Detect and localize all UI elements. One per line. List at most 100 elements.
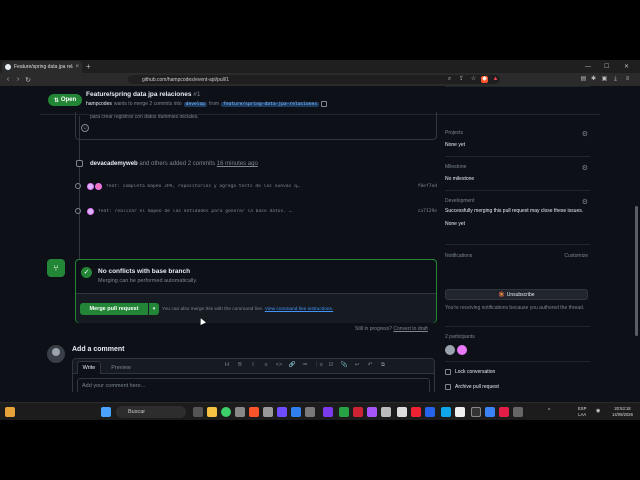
extensions-icon[interactable]: ✱ [590, 76, 597, 83]
commit-row[interactable]: feat: realizar el mapeo de las entidades… [75, 206, 437, 216]
merge-pull-request-button[interactable]: Merge pull request [80, 303, 148, 315]
merge-options-caret[interactable]: ▾ [149, 303, 159, 315]
start-icon[interactable] [101, 407, 111, 417]
comment-placeholder: Add your comment here... [82, 383, 146, 389]
attach-icon[interactable]: 📎 [340, 362, 348, 369]
back-icon[interactable]: ‹ [3, 76, 13, 83]
commit-message[interactable]: feat: completa mapeo JPA, repositorios y… [106, 184, 407, 189]
italic-icon[interactable]: I [249, 362, 257, 369]
app-icon[interactable] [425, 407, 435, 417]
participant-avatar[interactable] [457, 345, 467, 355]
gear-icon[interactable]: ⚙ [582, 130, 588, 138]
vscode-icon[interactable] [441, 407, 451, 417]
app-icon[interactable] [305, 407, 315, 417]
head-branch[interactable]: feature/spring-data-jpa-relaciones [221, 101, 320, 107]
commit-sha[interactable]: f8ef7ed [407, 184, 437, 189]
commits-time[interactable]: 16 minutes ago [217, 161, 258, 167]
pr-author-link[interactable]: hampcodes [86, 101, 112, 107]
command-line-instructions-link[interactable]: View command line instructions. [265, 307, 333, 312]
milestone-label: Milestone [445, 164, 467, 170]
app-icon[interactable] [263, 407, 273, 417]
forward-icon[interactable]: › [13, 76, 23, 83]
app-icon[interactable] [235, 407, 245, 417]
file-explorer-icon[interactable] [207, 407, 217, 417]
app-icon[interactable] [411, 407, 421, 417]
screen: Feature/spring data jpa relacio… × + — ☐… [0, 60, 640, 420]
app-icon[interactable] [455, 407, 465, 417]
star-icon[interactable]: ☆ [470, 76, 477, 83]
commit-row[interactable]: feat: completa mapeo JPA, repositorios y… [75, 181, 437, 191]
zoom-icon[interactable]: ⌕ [446, 76, 453, 83]
add-reaction-icon[interactable]: ☺ [81, 124, 89, 132]
sidebar-divider [445, 244, 590, 245]
brave-icon[interactable] [249, 407, 259, 417]
avatar [87, 207, 94, 215]
app-icon[interactable] [381, 407, 391, 417]
gear-icon[interactable]: ⚙ [582, 198, 588, 206]
copy-icon[interactable] [321, 101, 328, 107]
quote-icon[interactable]: ≡ [262, 362, 270, 369]
page-scrollbar[interactable] [634, 86, 639, 392]
widgets-icon[interactable] [5, 407, 15, 417]
taskbar-search[interactable]: Buscar [116, 406, 186, 418]
commit-sha[interactable]: ca7I29e [407, 209, 437, 214]
app-icon[interactable] [291, 407, 301, 417]
commit-author[interactable]: devacademyweb [90, 161, 138, 167]
undo-icon[interactable]: ↶ [366, 362, 374, 369]
language-indicator[interactable]: ESP LAA [578, 406, 586, 417]
lock-conversation-button[interactable]: Lock conversation [445, 369, 495, 375]
app-icon[interactable] [499, 407, 509, 417]
visual-studio-icon[interactable] [323, 407, 333, 417]
terminal-icon[interactable] [471, 407, 481, 417]
tab-preview[interactable]: Preview [107, 361, 135, 374]
code-icon[interactable]: <> [275, 362, 283, 369]
heading-icon[interactable]: H [223, 362, 231, 369]
notifications-text: You're receiving notifications because y… [445, 305, 585, 311]
close-window-button[interactable]: ✕ [624, 60, 629, 73]
commit-message[interactable]: feat: realizar el mapeo de las entidades… [98, 209, 407, 214]
app-icon[interactable] [397, 407, 407, 417]
maximize-button[interactable]: ☐ [604, 60, 609, 73]
reload-icon[interactable]: ↻ [23, 76, 33, 84]
app-icon[interactable] [353, 407, 363, 417]
address-bar[interactable]: github.com/hampcodes/event-api/pull/1 [128, 75, 500, 84]
app-icon[interactable] [367, 407, 377, 417]
app-icon[interactable] [485, 407, 495, 417]
tab-write[interactable]: Write [77, 361, 101, 374]
brave-shield-icon[interactable]: ◆ [481, 76, 488, 83]
browser-tab[interactable]: Feature/spring data jpa relacio… × [2, 61, 82, 73]
bold-icon[interactable]: B [236, 362, 244, 369]
minimize-button[interactable]: — [585, 60, 591, 73]
share-icon[interactable]: ⇪ [458, 76, 465, 83]
task-list-icon[interactable]: ☑ [327, 362, 335, 369]
app-icon[interactable] [513, 407, 523, 417]
customize-link[interactable]: Customize [564, 253, 588, 259]
tray-chevron-icon[interactable]: ^ [548, 408, 550, 415]
network-icon[interactable]: ◉ [596, 408, 600, 415]
download-icon[interactable]: ⤓ [612, 76, 619, 83]
fullscreen-icon[interactable]: ⧉ [379, 362, 387, 369]
wallet-icon[interactable]: ▣ [601, 76, 608, 83]
clock[interactable]: 20:53:18 14/09/2026 [612, 406, 633, 417]
scrollbar-thumb[interactable] [635, 206, 638, 336]
ordered-list-icon[interactable]: ⋮≡ [314, 362, 323, 369]
sidebar-toggle-icon[interactable]: ▤ [580, 76, 587, 83]
archive-pull-request-button[interactable]: Archive pull request [445, 384, 499, 390]
tab-close-icon[interactable]: × [75, 64, 79, 70]
task-view-icon[interactable] [193, 407, 203, 417]
convert-to-draft-link[interactable]: Convert to draft [393, 326, 427, 332]
reference-icon[interactable]: ↩ [353, 362, 361, 369]
unordered-list-icon[interactable]: ≔ [301, 362, 309, 369]
menu-icon[interactable]: ≡ [624, 76, 631, 83]
new-tab-button[interactable]: + [86, 61, 91, 72]
base-branch[interactable]: develop [183, 101, 208, 107]
link-icon[interactable]: 🔗 [288, 362, 296, 369]
gear-icon[interactable]: ⚙ [582, 164, 588, 172]
app-icon[interactable] [277, 407, 287, 417]
comment-textarea[interactable]: Add your comment here... [77, 378, 430, 392]
participant-avatar[interactable] [445, 345, 455, 355]
chrome-icon[interactable] [221, 407, 231, 417]
unsubscribe-button[interactable]: 🔕 Unsubscribe [445, 289, 588, 300]
app-icon[interactable] [339, 407, 349, 417]
rewards-icon[interactable]: ▲ [492, 76, 499, 83]
